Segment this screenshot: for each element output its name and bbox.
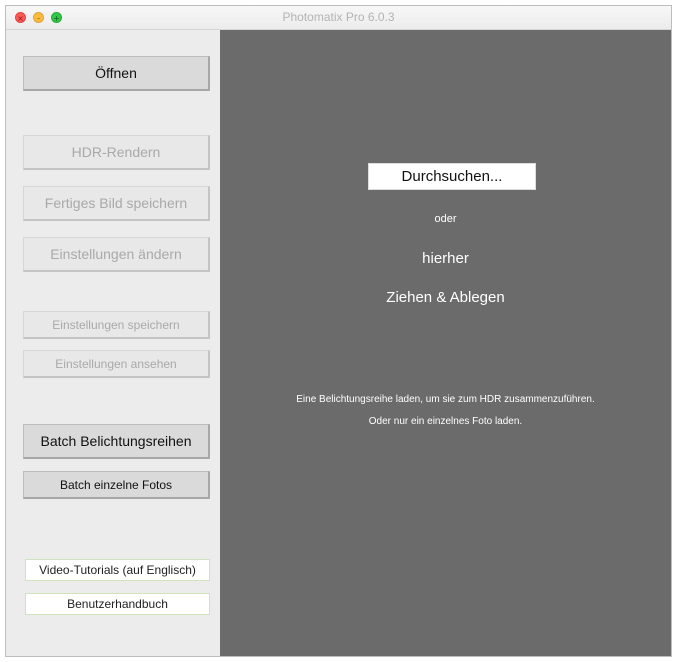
title-bar[interactable]: × – + Photomatix Pro 6.0.3 xyxy=(6,6,671,30)
hint-text-line2: Oder nur ein einzelnes Foto laden. xyxy=(368,416,523,427)
batch-brackets-button[interactable]: Batch Belichtungsreihen xyxy=(23,424,210,459)
drop-zone[interactable]: Durchsuchen... oder hierher Ziehen & Abl… xyxy=(220,30,671,656)
drag-drop-label: Ziehen & Ablegen xyxy=(386,289,505,306)
or-label: oder xyxy=(434,213,457,225)
hint-text-line1: Eine Belichtungsreihe laden, um sie zum … xyxy=(296,394,595,405)
open-button[interactable]: Öffnen xyxy=(23,56,210,91)
change-settings-button[interactable]: Einstellungen ändern xyxy=(23,237,210,272)
sidebar: Öffnen HDR-Rendern Fertiges Bild speiche… xyxy=(6,30,220,656)
video-tutorials-link[interactable]: Video-Tutorials (auf Englisch) xyxy=(25,559,210,581)
browse-button[interactable]: Durchsuchen... xyxy=(368,163,536,190)
here-label: hierher xyxy=(422,250,469,267)
window-title: Photomatix Pro 6.0.3 xyxy=(282,10,395,24)
save-settings-button[interactable]: Einstellungen speichern xyxy=(23,311,210,339)
view-settings-button[interactable]: Einstellungen ansehen xyxy=(23,350,210,378)
batch-single-photos-button[interactable]: Batch einzelne Fotos xyxy=(23,471,210,499)
save-final-image-button[interactable]: Fertiges Bild speichern xyxy=(23,186,210,221)
app-window: × – + Photomatix Pro 6.0.3 Öffnen HDR-Re… xyxy=(5,5,672,657)
user-manual-link[interactable]: Benutzerhandbuch xyxy=(25,593,210,615)
hdr-render-button[interactable]: HDR-Rendern xyxy=(23,135,210,170)
